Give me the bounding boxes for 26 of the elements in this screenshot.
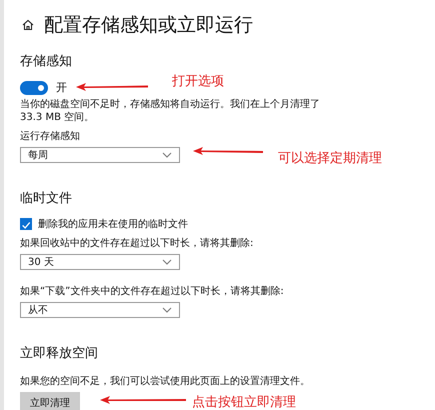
section-heading: 存储感知 xyxy=(20,53,72,70)
dropdown[interactable]: 从不 xyxy=(20,302,180,318)
checkbox-label: 删除我的应用未在使用的临时文件 xyxy=(38,218,188,231)
annotation-text: 打开选项 xyxy=(172,73,224,90)
field-label: 如果回收站中的文件存在超过以下时长，请将其删除: xyxy=(20,236,254,250)
toggle-switch[interactable] xyxy=(20,80,48,94)
field-label: 如果“下载”文件夹中的文件存在超过以下时长，请将其删除: xyxy=(20,284,284,298)
home-icon[interactable] xyxy=(22,19,34,31)
annotation-arrow xyxy=(193,146,263,156)
section-heading: 临时文件 xyxy=(20,190,72,207)
page-title: 配置存储感知或立即运行 xyxy=(44,13,253,38)
annotation-arrow xyxy=(76,82,148,92)
dropdown[interactable]: 30 天 xyxy=(20,254,180,270)
toggle-label: 开 xyxy=(56,80,67,95)
checkbox[interactable] xyxy=(20,218,32,230)
description-text: 当你的磁盘空间不足时，存储感知将自动运行。我们在上个月清理了 33.3 MB 空间。 xyxy=(20,98,320,124)
chevron-icon xyxy=(162,152,172,158)
clean-now-button[interactable]: 立即清理 xyxy=(20,392,80,410)
field-label: 运行存储感知 xyxy=(20,130,80,143)
annotation-text: 点击按钮立即清理 xyxy=(192,394,296,410)
chevron-icon xyxy=(162,259,172,265)
chevron-icon xyxy=(162,307,172,313)
dropdown[interactable]: 每周 xyxy=(20,147,180,163)
description-text: 如果您的空间不足，我们可以尝试使用此页面上的设置清理文件。 xyxy=(20,374,310,388)
annotation-text: 可以选择定期清理 xyxy=(278,150,382,167)
section-heading: 立即释放空间 xyxy=(20,345,98,362)
